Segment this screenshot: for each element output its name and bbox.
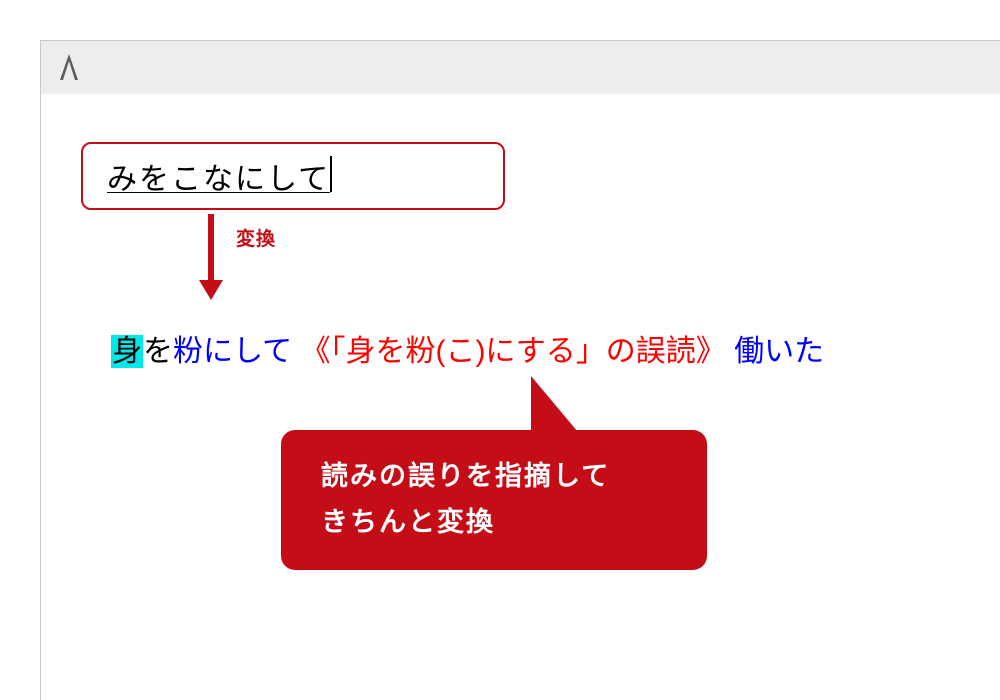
conversion-annotation: 《「身を粉(こ)にする」の誤読》: [300, 335, 725, 368]
callout-line: 読みの誤りを指摘して: [321, 454, 707, 500]
callout-line: きちんと変換: [321, 500, 707, 546]
explanation-callout: 読みの誤りを指摘して きちんと変換: [281, 430, 707, 570]
ime-input-box[interactable]: みをこなにして: [81, 142, 505, 210]
ime-input-text: みをこなにして: [107, 154, 330, 198]
toolbar: [40, 40, 1000, 94]
text-caret: [330, 156, 332, 192]
conversion-result: 身を粉にして 《「身を粉(こ)にする」の誤読》 働いた: [111, 326, 824, 370]
conversion-candidate-segment[interactable]: 粉にして: [173, 335, 292, 368]
conversion-text-segment: を: [143, 335, 173, 368]
conversion-candidate-segment[interactable]: 働いた: [734, 335, 824, 368]
app-logo-icon: [53, 51, 85, 83]
conversion-highlighted-char[interactable]: 身: [111, 335, 143, 368]
conversion-arrow-label: 変換: [236, 224, 276, 251]
content-area: みをこなにして 変換 身を粉にして 《「身を粉(こ)にする」の誤読》 働いた 読…: [40, 94, 1000, 700]
conversion-arrow-icon: [199, 214, 223, 300]
callout-pointer-icon: [531, 376, 583, 438]
